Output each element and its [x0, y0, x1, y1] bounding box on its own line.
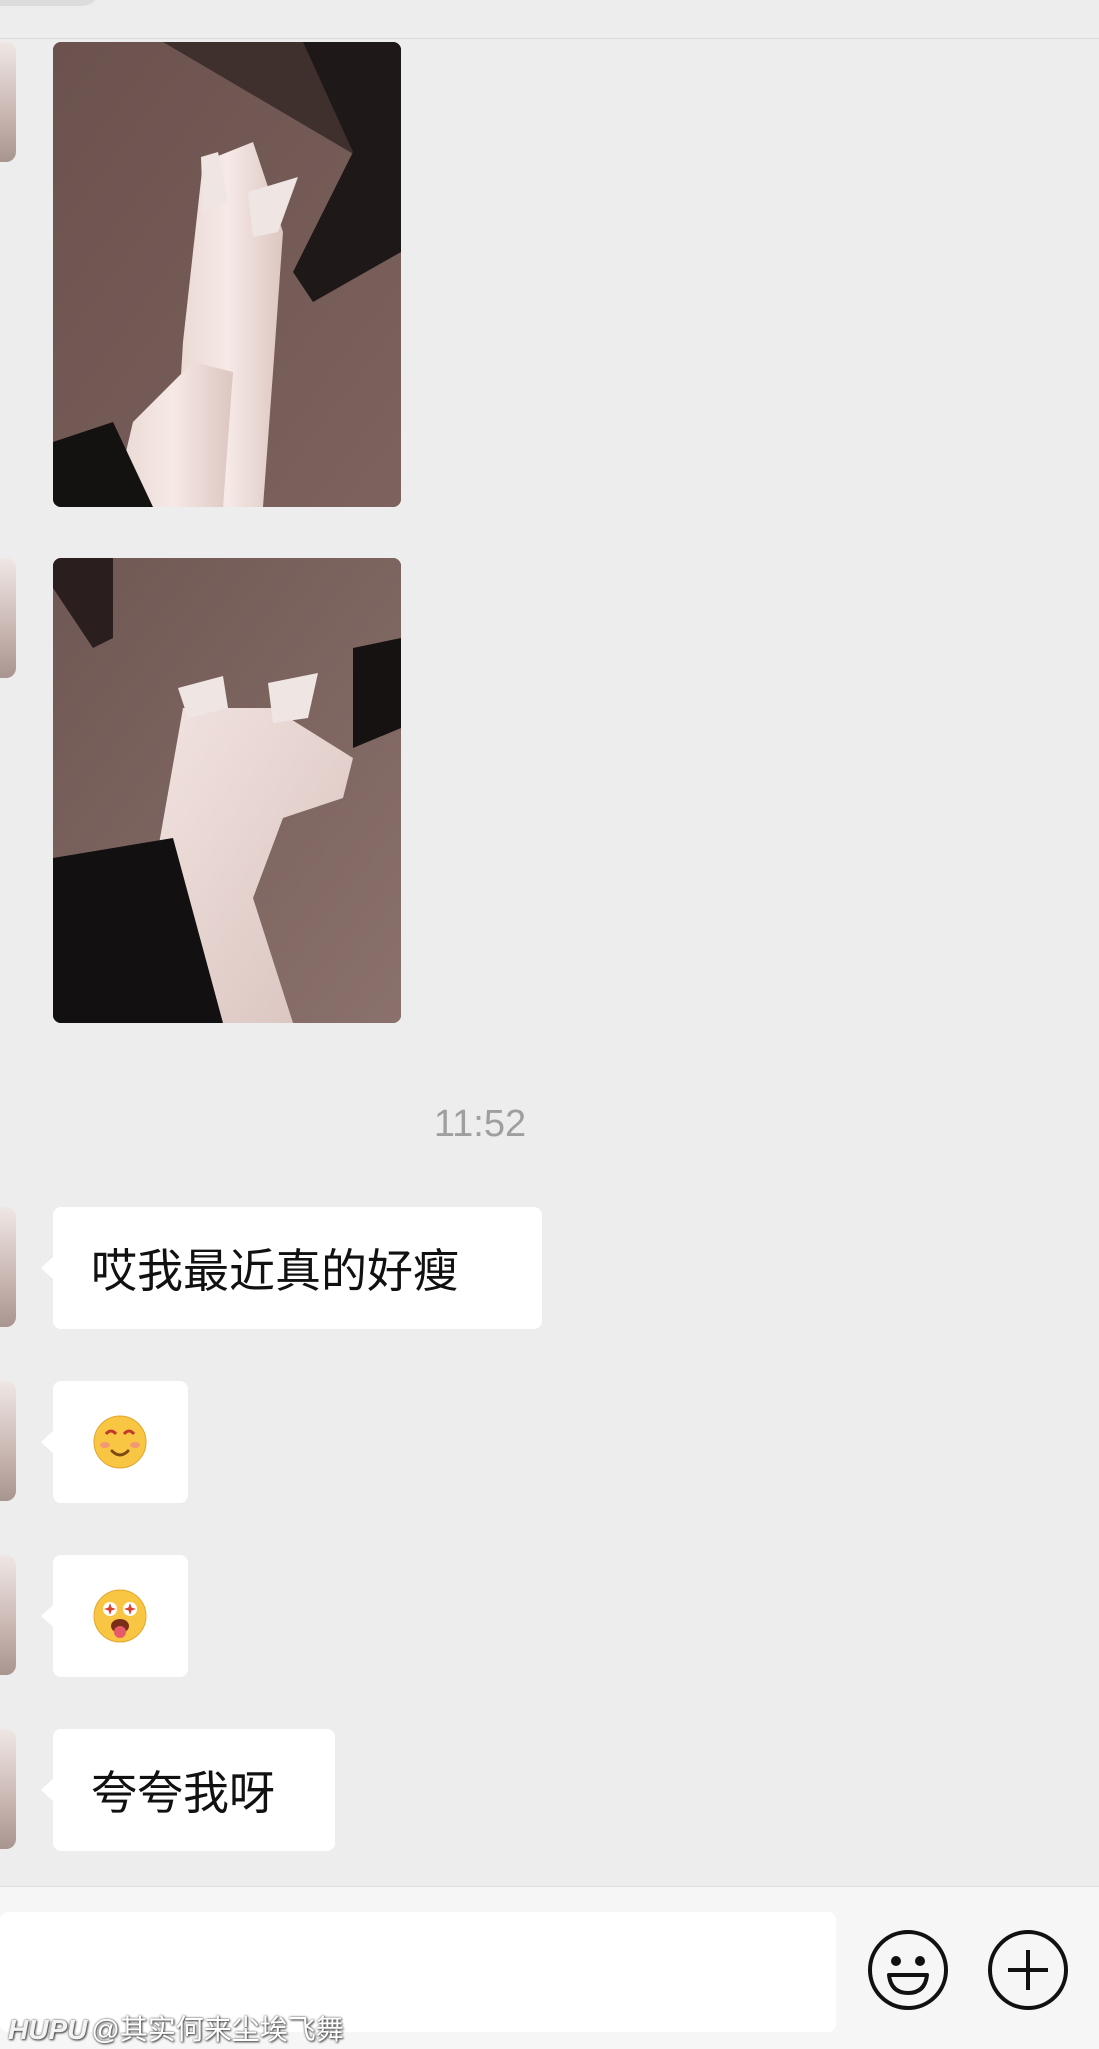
starstruck-tongue-emoji-icon — [93, 1589, 147, 1643]
watermark-handle: @其实何来尘埃飞舞 — [91, 2014, 344, 2045]
watermark: HUPU @其实何来尘埃飞舞 — [8, 2008, 344, 2048]
sender-avatar[interactable] — [0, 1729, 16, 1849]
header-remnant — [0, 0, 100, 6]
message-timestamp: 11:52 — [433, 1103, 527, 1145]
photo-message-2[interactable] — [53, 558, 401, 1023]
sender-avatar[interactable] — [0, 558, 16, 678]
message-bubble[interactable]: 夸夸我呀 — [41, 1729, 335, 1851]
watermark-logo: HUPU — [8, 2014, 88, 2045]
sender-avatar[interactable] — [0, 42, 16, 162]
photo-image-2 — [53, 558, 401, 1023]
smiley-icon[interactable] — [867, 1929, 949, 2011]
emoji-bubble[interactable] — [41, 1381, 188, 1503]
sender-avatar[interactable] — [0, 1555, 16, 1675]
sender-avatar[interactable] — [0, 1207, 16, 1327]
header-divider — [0, 38, 1099, 39]
photo-image-1 — [53, 42, 401, 507]
emoji-bubble[interactable] — [41, 1555, 188, 1677]
message-text: 哎我最近真的好瘦 — [91, 1245, 459, 1297]
message-text: 夸夸我呀 — [91, 1767, 275, 1819]
sender-avatar[interactable] — [0, 1381, 16, 1501]
photo-message-1[interactable] — [53, 42, 401, 507]
message-bubble[interactable]: 哎我最近真的好瘦 — [41, 1207, 542, 1329]
flushed-smile-emoji-icon — [93, 1415, 147, 1469]
plus-circle-icon[interactable] — [987, 1929, 1069, 2011]
